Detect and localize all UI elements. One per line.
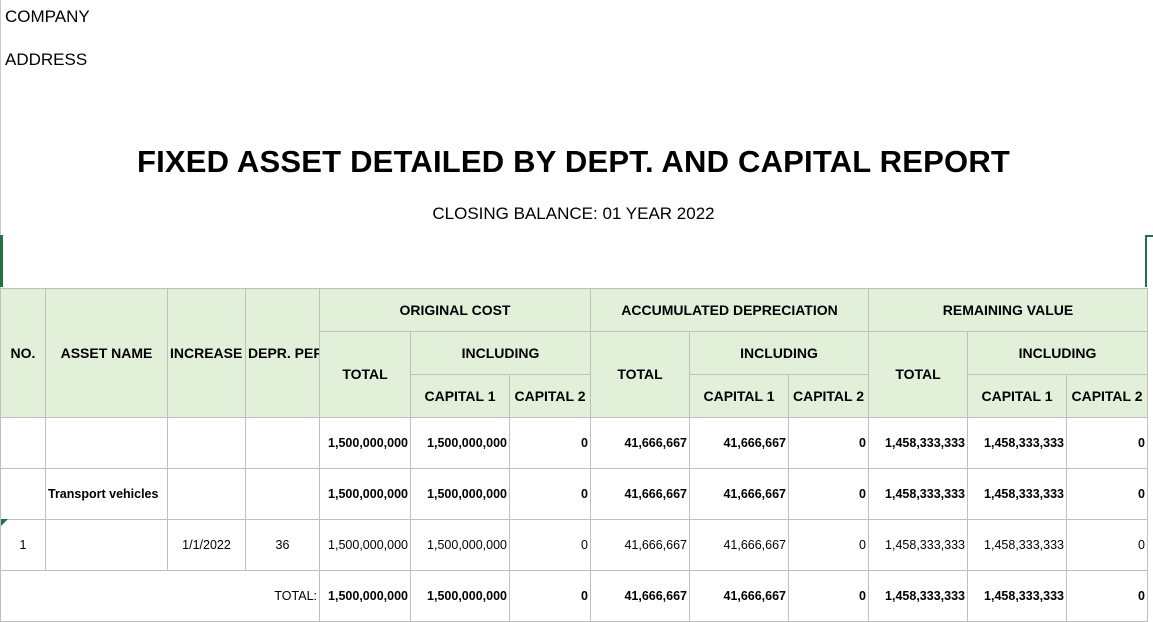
cell-rv-capital-2[interactable]: 0 [1066, 519, 1148, 571]
col-ad-capital-1[interactable]: CAPITAL 1 [689, 374, 789, 418]
table-row: Transport vehicles 1,500,000,000 1,500,0… [0, 468, 1148, 520]
cell-empty[interactable] [45, 570, 168, 622]
cell-increase-date[interactable] [167, 468, 246, 520]
cell-ad-total[interactable]: 41,666,667 [590, 417, 690, 469]
cell-oc-capital-1[interactable]: 1,500,000,000 [410, 468, 510, 520]
cell-asset-name[interactable]: Transport vehicles [45, 468, 168, 520]
col-rv-capital-1[interactable]: CAPITAL 1 [967, 374, 1067, 418]
header-row-1: NO. ASSET NAME INCREASE DATE DEPR. PERIO… [0, 288, 1148, 418]
cell-rv-capital-1[interactable]: 1,458,333,333 [967, 417, 1067, 469]
report-title: FIXED ASSET DETAILED BY DEPT. AND CAPITA… [136, 144, 1011, 179]
cell-empty[interactable] [167, 570, 246, 622]
col-rv-total[interactable]: TOTAL [868, 331, 968, 418]
col-rv-including[interactable]: INCLUDING [967, 331, 1148, 375]
cell-depr-periods[interactable] [245, 468, 320, 520]
cell-increase-date[interactable]: 1/1/2022 [167, 519, 246, 571]
total-row: TOTAL: 1,500,000,000 1,500,000,000 0 41,… [0, 570, 1148, 622]
col-increase-date[interactable]: INCREASE DATE [167, 288, 246, 418]
cell-oc-total[interactable]: 1,500,000,000 [319, 468, 411, 520]
total-ad-capital-2[interactable]: 0 [788, 570, 869, 622]
cell-rv-capital-1[interactable]: 1,458,333,333 [967, 519, 1067, 571]
col-oc-including[interactable]: INCLUDING [410, 331, 591, 375]
cell-no[interactable] [0, 417, 46, 469]
cell-ad-total[interactable]: 41,666,667 [590, 519, 690, 571]
cell-rv-capital-2[interactable]: 0 [1066, 417, 1148, 469]
cell-ad-capital-2[interactable]: 0 [788, 468, 869, 520]
col-depr-periods[interactable]: DEPR. PERIODS (MONTH) [245, 288, 320, 418]
cell-ad-capital-1[interactable]: 41,666,667 [689, 519, 789, 571]
cell-rv-total[interactable]: 1,458,333,333 [868, 519, 968, 571]
cell-depr-periods[interactable]: 36 [245, 519, 320, 571]
col-remaining-value[interactable]: REMAINING VALUE [868, 288, 1148, 332]
cell-oc-capital-1[interactable]: 1,500,000,000 [410, 519, 510, 571]
col-no[interactable]: NO. [0, 288, 46, 418]
cell-oc-capital-1[interactable]: 1,500,000,000 [410, 417, 510, 469]
report-subtitle: CLOSING BALANCE: 01 YEAR 2022 [432, 204, 715, 223]
table-row: 1 1/1/2022 36 1,500,000,000 1,500,000,00… [0, 519, 1148, 571]
cell-increase-date[interactable] [167, 417, 246, 469]
total-oc-total[interactable]: 1,500,000,000 [319, 570, 411, 622]
cell-oc-capital-2[interactable]: 0 [509, 519, 591, 571]
col-accumulated-depreciation[interactable]: ACCUMULATED DEPRECIATION [590, 288, 869, 332]
total-rv-total[interactable]: 1,458,333,333 [868, 570, 968, 622]
cell-ad-capital-2[interactable]: 0 [788, 519, 869, 571]
cell-rv-total[interactable]: 1,458,333,333 [868, 417, 968, 469]
col-rv-capital-2[interactable]: CAPITAL 2 [1066, 374, 1148, 418]
total-label[interactable]: TOTAL: [245, 570, 320, 622]
col-ad-including[interactable]: INCLUDING [689, 331, 869, 375]
col-ad-total[interactable]: TOTAL [590, 331, 690, 418]
total-rv-capital-2[interactable]: 0 [1066, 570, 1148, 622]
cell-ad-capital-1[interactable]: 41,666,667 [689, 468, 789, 520]
cell-ad-total[interactable]: 41,666,667 [590, 468, 690, 520]
cell-no[interactable] [0, 468, 46, 520]
asset-report-table: NO. ASSET NAME INCREASE DATE DEPR. PERIO… [0, 288, 1148, 622]
cell-empty[interactable] [0, 570, 46, 622]
address-label: ADDRESS [5, 50, 88, 69]
cell-oc-total[interactable]: 1,500,000,000 [319, 417, 411, 469]
col-oc-capital-1[interactable]: CAPITAL 1 [410, 374, 510, 418]
cell-rv-total[interactable]: 1,458,333,333 [868, 468, 968, 520]
col-oc-total[interactable]: TOTAL [319, 331, 411, 418]
company-label: COMPANY [5, 7, 90, 26]
cell-no[interactable]: 1 [0, 519, 46, 571]
cell-ad-capital-2[interactable]: 0 [788, 417, 869, 469]
table-row: 1,500,000,000 1,500,000,000 0 41,666,667… [0, 417, 1148, 469]
cell-selection-left-edge [0, 235, 3, 287]
col-asset-name[interactable]: ASSET NAME [45, 288, 168, 418]
cell-asset-name[interactable] [45, 519, 168, 571]
col-ad-capital-2[interactable]: CAPITAL 2 [788, 374, 869, 418]
total-ad-capital-1[interactable]: 41,666,667 [689, 570, 789, 622]
cell-oc-total[interactable]: 1,500,000,000 [319, 519, 411, 571]
col-oc-capital-2[interactable]: CAPITAL 2 [509, 374, 591, 418]
col-original-cost[interactable]: ORIGINAL COST [319, 288, 591, 332]
cell-asset-name[interactable] [45, 417, 168, 469]
cell-ad-capital-1[interactable]: 41,666,667 [689, 417, 789, 469]
total-oc-capital-2[interactable]: 0 [509, 570, 591, 622]
total-rv-capital-1[interactable]: 1,458,333,333 [967, 570, 1067, 622]
total-ad-total[interactable]: 41,666,667 [590, 570, 690, 622]
cell-selection-corner [1145, 235, 1153, 237]
cell-selection-right-edge [1145, 235, 1147, 287]
cell-depr-periods[interactable] [245, 417, 320, 469]
cell-error-indicator [1, 519, 8, 526]
total-oc-capital-1[interactable]: 1,500,000,000 [410, 570, 510, 622]
cell-oc-capital-2[interactable]: 0 [509, 468, 591, 520]
cell-rv-capital-1[interactable]: 1,458,333,333 [967, 468, 1067, 520]
cell-oc-capital-2[interactable]: 0 [509, 417, 591, 469]
cell-rv-capital-2[interactable]: 0 [1066, 468, 1148, 520]
